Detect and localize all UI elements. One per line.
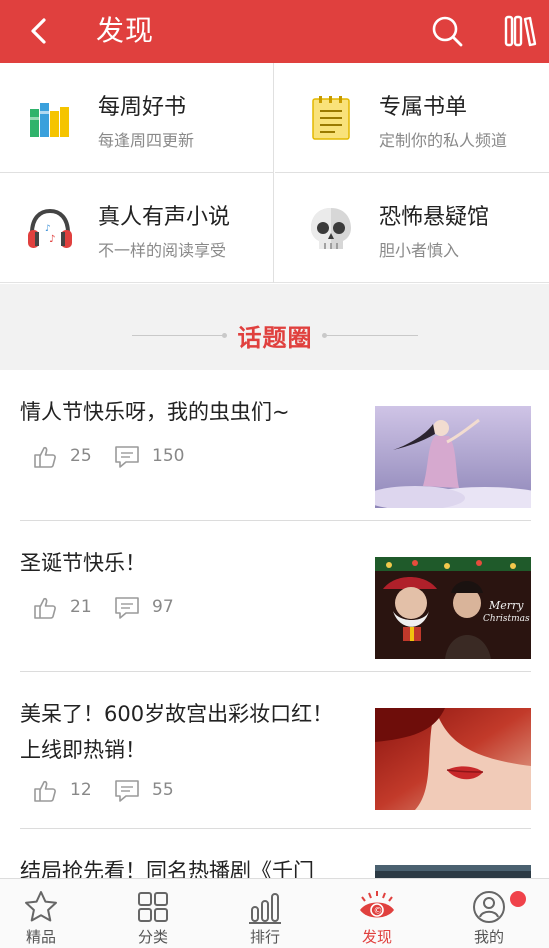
bottom-navigation: 精品 分类 排行 © 发现 我的 [0,878,549,948]
nav-item-featured[interactable]: 精品 [1,879,81,948]
nav-item-categories[interactable]: 分类 [113,879,193,948]
top-app-bar: 发现 [0,0,549,63]
comment-icon[interactable] [114,595,140,621]
skull-icon [311,208,351,249]
comment-icon[interactable] [114,778,140,804]
post-title: 圣诞节快乐！ [20,551,146,575]
user-icon [473,891,505,923]
search-icon[interactable] [428,12,466,50]
category-subtitle: 定制你的私人频道 [379,131,508,150]
comment-count: 150 [152,446,185,466]
category-title: 真人有声小说 [98,205,231,230]
nav-item-discover[interactable]: © 发现 [337,879,417,948]
bookshelf-icon[interactable] [500,10,540,50]
post-thumbnail[interactable] [375,865,531,878]
category-horror-mystery[interactable]: 恐怖悬疑馆 胆小者慎入 [275,173,549,283]
star-icon [25,891,57,922]
topic-feed[interactable]: 情人节快乐呀，我的虫虫们~ 25 150 圣诞节快乐！ 21 97 Merry … [0,370,549,878]
bar-chart-icon [249,893,281,924]
topic-post[interactable]: 圣诞节快乐！ 21 97 Merry Christmas [20,521,531,672]
divider [132,335,224,336]
divider-dot [222,333,227,338]
category-grid: 每周好书 每逢周四更新 专属书单 定制你的私人频道 ♪ ♪ 真人有声小说 不一样… [0,63,549,283]
topic-section-title: 话题圈 [237,324,313,352]
category-title: 恐怖悬疑馆 [379,205,490,230]
post-thumbnail[interactable] [375,708,531,810]
svg-text:♪: ♪ [45,224,51,234]
grid-icon [138,892,168,922]
comment-count: 55 [152,780,174,800]
category-subtitle: 胆小者慎入 [379,241,460,260]
chevron-left-icon[interactable] [22,12,58,50]
like-count: 25 [70,446,92,466]
svg-text:Christmas: Christmas [483,614,530,624]
comment-icon[interactable] [114,444,140,470]
category-subtitle: 不一样的阅读享受 [98,241,227,260]
svg-text:Merry: Merry [488,599,524,612]
nav-item-mine[interactable]: 我的 [449,879,529,948]
category-weekly-books[interactable]: 每周好书 每逢周四更新 [0,63,274,173]
eye-icon: © [360,891,394,918]
like-count: 12 [70,780,92,800]
svg-text:♪: ♪ [49,234,55,245]
thumbs-up-icon[interactable] [32,595,58,621]
topic-section-header: 话题圈 [0,284,549,370]
notepad-icon [312,96,350,140]
divider [326,335,418,336]
post-thumbnail[interactable]: Merry Christmas [375,557,531,659]
post-title: 美呆了！600岁故宫出彩妆口红！上线即热销！ [20,702,334,762]
category-audio-novels[interactable]: ♪ ♪ 真人有声小说 不一样的阅读享受 [0,173,274,283]
thumbs-up-icon[interactable] [32,444,58,470]
nav-label: 精品 [25,928,56,946]
nav-label: 发现 [361,928,392,946]
books-icon [30,103,69,137]
post-title: 情人节快乐呀，我的虫虫们~ [20,400,290,424]
category-title: 每周好书 [98,95,187,120]
post-thumbnail[interactable] [375,406,531,508]
nav-label: 我的 [473,928,504,946]
headphones-icon: ♪ ♪ [28,208,72,248]
topic-post[interactable]: 结局抢先看！同名热播剧《千门 [20,829,531,878]
category-title: 专属书单 [379,95,468,120]
comment-count: 97 [152,597,174,617]
nav-label: 分类 [137,928,168,946]
category-subtitle: 每逢周四更新 [98,131,195,150]
post-title: 结局抢先看！同名热播剧《千门 [20,859,314,878]
topic-post[interactable]: 情人节快乐呀，我的虫虫们~ 25 150 [20,370,531,521]
like-count: 21 [70,597,92,617]
topic-post[interactable]: 美呆了！600岁故宫出彩妆口红！上线即热销！ 12 55 [20,672,531,829]
notification-badge [510,891,526,907]
nav-item-ranking[interactable]: 排行 [225,879,305,948]
svg-text:©: © [374,907,383,917]
page-title: 发现 [96,14,155,47]
category-custom-booklist[interactable]: 专属书单 定制你的私人频道 [275,63,549,173]
thumbs-up-icon[interactable] [32,778,58,804]
nav-label: 排行 [249,928,280,946]
